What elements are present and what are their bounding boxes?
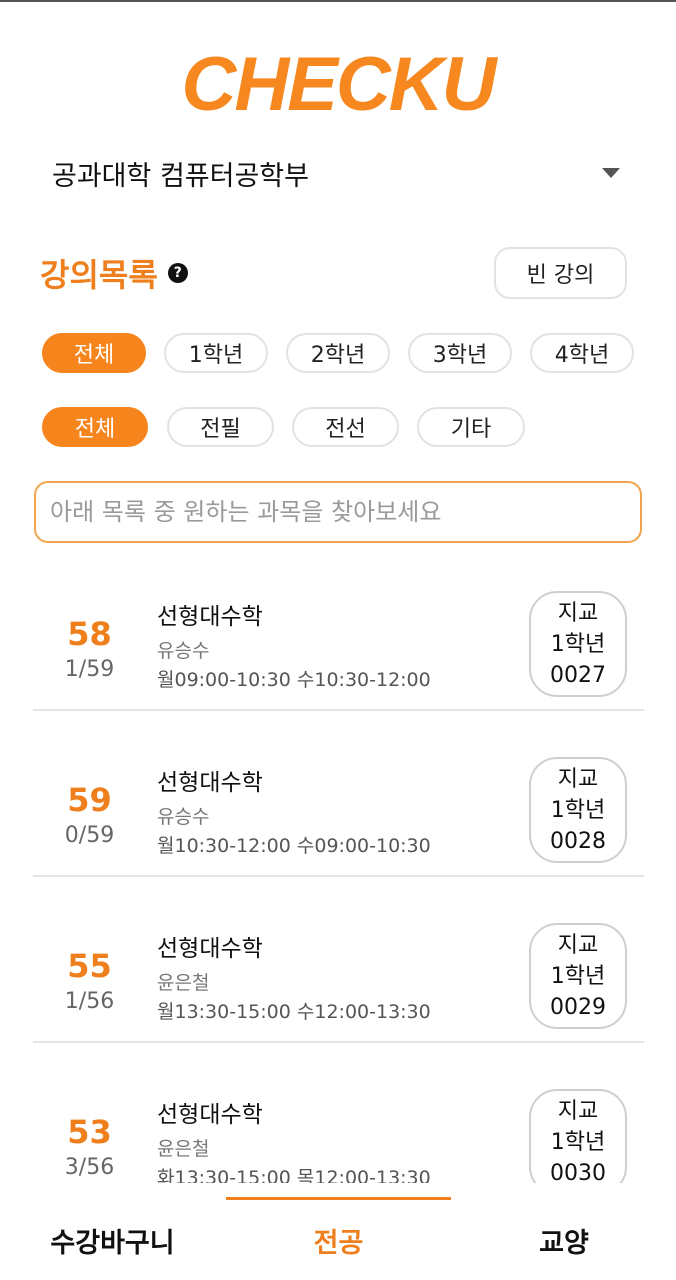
tab-major[interactable]: 전공: [226, 1221, 451, 1260]
bottom-navigation: 수강바구니 전공 교양: [0, 1183, 676, 1280]
course-code: 0027: [550, 662, 606, 688]
course-grade: 1학년: [550, 631, 606, 657]
course-grade: 1학년: [550, 797, 606, 823]
department-label: 공과대학 컴퓨터공학부: [52, 160, 309, 192]
course-category: 지교: [557, 766, 599, 792]
type-filter-all[interactable]: 전체: [42, 407, 148, 447]
department-dropdown[interactable]: 공과대학 컴퓨터공학부: [52, 150, 642, 196]
section-header: 강의목록 ?: [40, 250, 188, 296]
enrollment-ratio: 1/56: [64, 989, 115, 1014]
course-name: 선형대수학: [157, 604, 263, 630]
grade-filter-2[interactable]: 2학년: [286, 333, 390, 373]
course-category: 지교: [557, 1098, 599, 1124]
course-row[interactable]: 58 1/59 선형대수학 유승수 월09:00-10:30 수10:30-12…: [33, 545, 644, 711]
remaining-seats: 53: [67, 1113, 112, 1151]
dropdown-caret-icon: [602, 168, 620, 178]
course-code: 0030: [550, 1160, 606, 1184]
tab-basket[interactable]: 수강바구니: [30, 1221, 195, 1260]
class-time: 월13:30-15:00 수12:00-13:30: [157, 1001, 431, 1023]
grade-filter-1[interactable]: 1학년: [164, 333, 268, 373]
course-code: 0028: [550, 828, 606, 854]
enrollment-ratio: 1/59: [64, 657, 115, 682]
course-code-badge: 지교 1학년 0030: [529, 1089, 627, 1183]
course-row[interactable]: 53 3/56 선형대수학 윤은철 화13:30-15:00 목12:00-13…: [33, 1043, 644, 1183]
remaining-seats: 59: [67, 781, 112, 819]
professor-name: 윤은철: [157, 972, 210, 994]
remaining-seats: 58: [67, 615, 112, 653]
type-filter-required[interactable]: 전필: [167, 407, 274, 447]
course-code: 0029: [550, 994, 606, 1020]
class-time: 월10:30-12:00 수09:00-10:30: [157, 835, 431, 857]
section-title: 강의목록: [40, 256, 158, 294]
tab-liberal-arts[interactable]: 교양: [494, 1221, 634, 1260]
empty-lecture-button[interactable]: 빈 강의: [494, 247, 627, 299]
course-code-badge: 지교 1학년 0027: [529, 591, 627, 697]
course-list[interactable]: 58 1/59 선형대수학 유승수 월09:00-10:30 수10:30-12…: [0, 545, 676, 1183]
enrollment-ratio: 3/56: [64, 1155, 115, 1180]
grade-filter-4[interactable]: 4학년: [530, 333, 634, 373]
class-time: 월09:00-10:30 수10:30-12:00: [157, 669, 431, 691]
remaining-seats: 55: [67, 947, 112, 985]
course-category: 지교: [557, 932, 599, 958]
course-row[interactable]: 55 1/56 선형대수학 윤은철 월13:30-15:00 수12:00-13…: [33, 877, 644, 1043]
top-edge-line: [0, 0, 676, 2]
enrollment-ratio: 0/59: [64, 823, 115, 848]
course-name: 선형대수학: [157, 1102, 263, 1128]
professor-name: 윤은철: [157, 1138, 210, 1160]
course-grade: 1학년: [550, 1129, 606, 1155]
help-icon[interactable]: ?: [167, 263, 188, 283]
grade-filter-all[interactable]: 전체: [42, 333, 146, 373]
course-code-badge: 지교 1학년 0029: [529, 923, 627, 1029]
course-name: 선형대수학: [157, 936, 263, 962]
type-filter-elective[interactable]: 전선: [292, 407, 399, 447]
course-code-badge: 지교 1학년 0028: [529, 757, 627, 863]
course-row[interactable]: 59 0/59 선형대수학 유승수 월10:30-12:00 수09:00-10…: [33, 711, 644, 877]
course-category: 지교: [557, 600, 599, 626]
grade-filter-3[interactable]: 3학년: [408, 333, 512, 373]
type-filter-other[interactable]: 기타: [417, 407, 525, 447]
course-name: 선형대수학: [157, 770, 263, 796]
professor-name: 유승수: [157, 640, 210, 662]
professor-name: 유승수: [157, 806, 210, 828]
course-grade: 1학년: [550, 963, 606, 989]
course-search-input[interactable]: [34, 481, 642, 543]
app-logo: CHECKU: [181, 42, 496, 127]
class-time: 화13:30-15:00 목12:00-13:30: [157, 1167, 431, 1183]
active-tab-indicator: [226, 1197, 451, 1200]
